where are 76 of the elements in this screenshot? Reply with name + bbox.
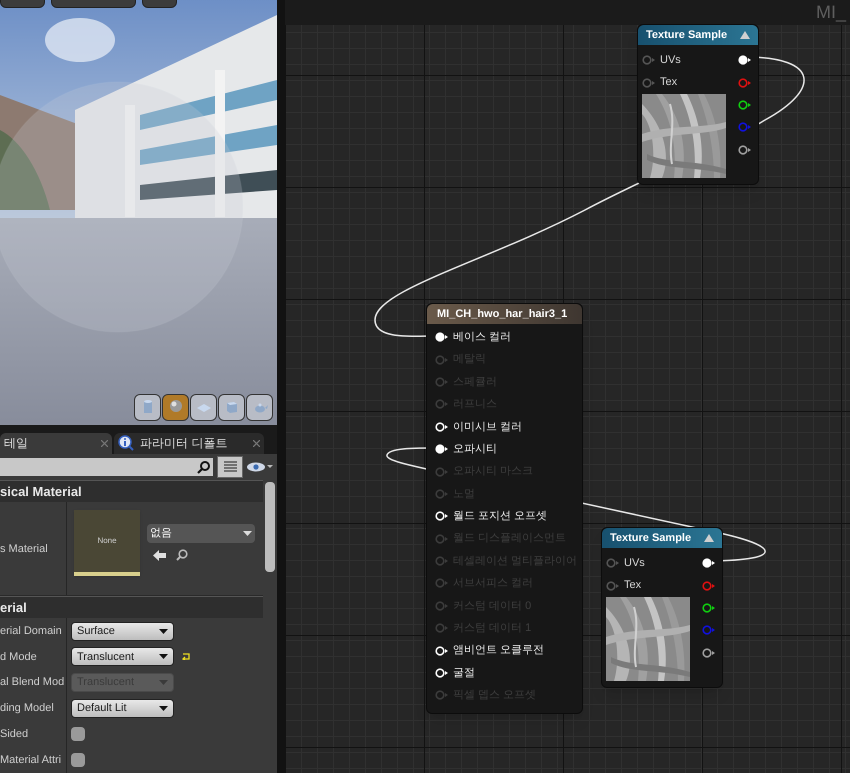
close-icon[interactable] (253, 440, 260, 447)
input-pin[interactable] (435, 511, 449, 522)
property-label: al Blend Mod (0, 675, 64, 690)
checkbox[interactable] (71, 727, 85, 742)
graph-canvas[interactable] (285, 0, 850, 773)
property-label: ding Model (0, 701, 54, 716)
pin-label: 앰비언트 오클루전 (453, 643, 544, 658)
caret-icon (159, 706, 168, 711)
dropdown[interactable]: Surface (71, 622, 174, 641)
pin-label: 베이스 컬러 (453, 330, 512, 345)
collapse-icon[interactable] (740, 31, 750, 39)
input-pin[interactable] (642, 55, 656, 66)
texture-sample-node[interactable]: Texture Sample UVs Tex (601, 527, 723, 688)
input-pin[interactable] (435, 668, 449, 678)
input-pin[interactable] (642, 78, 656, 88)
view-options-button[interactable] (217, 456, 243, 478)
input-pin[interactable] (435, 422, 449, 432)
caret-icon (243, 531, 252, 536)
pin-label: 굴절 (453, 666, 475, 681)
pin-label: Tex (660, 75, 678, 90)
reset-icon[interactable] (182, 653, 190, 660)
pin-label: 월드 포지션 오프셋 (453, 509, 548, 524)
eye-icon[interactable] (247, 461, 273, 474)
input-pin[interactable] (435, 646, 449, 656)
dropdown[interactable]: Default Lit (71, 698, 174, 718)
section-header[interactable]: sical Material (0, 480, 263, 502)
panel-tab[interactable]: 파라미터 디폴트 (114, 432, 264, 454)
info-icon (118, 435, 134, 452)
pin-label: 이미시브 컬러 (453, 420, 522, 434)
preview-shape-button[interactable] (134, 394, 161, 421)
property-label: Material Attri (0, 752, 62, 768)
pin-label: UVs (660, 52, 681, 68)
output-pin[interactable] (702, 558, 716, 568)
collapse-icon[interactable] (704, 534, 714, 542)
pin-label: UVs (624, 556, 645, 571)
preview-shape-button[interactable] (218, 394, 245, 421)
caret-icon (159, 654, 168, 660)
property-label: d Mode (0, 650, 37, 665)
preview-shape-button[interactable] (162, 394, 189, 421)
checkbox[interactable] (71, 753, 85, 768)
thumbnail-label: None (97, 535, 117, 548)
asset-dropdown[interactable]: 없음 (147, 524, 255, 544)
dropdown[interactable]: Translucent (71, 647, 174, 666)
input-pin[interactable] (606, 558, 620, 568)
input-pin[interactable] (606, 580, 620, 591)
texture-sample-node[interactable]: Texture Sample UVs Tex (637, 24, 759, 185)
close-icon[interactable] (101, 440, 108, 447)
panel-tab[interactable]: 테일 (0, 432, 112, 454)
pin-label: Tex (624, 578, 642, 594)
output-pin[interactable] (738, 100, 752, 110)
pin-label: 오파시티 (453, 442, 497, 457)
preview-shape-button[interactable] (190, 394, 217, 421)
caret-icon (159, 628, 168, 634)
property-label: Sided (0, 727, 28, 742)
property-label: s Material (0, 543, 48, 556)
caret-icon (159, 680, 168, 686)
node-title: Texture Sample (610, 530, 692, 546)
input-pin[interactable] (435, 332, 449, 342)
graph-title: MI_ (816, 1, 846, 23)
output-pin[interactable] (702, 602, 716, 613)
scrollbar-thumb[interactable] (265, 482, 275, 572)
output-pin[interactable] (738, 144, 752, 155)
output-pin[interactable] (738, 55, 752, 66)
search-field[interactable] (0, 458, 213, 476)
preview-shape-button[interactable] (246, 394, 273, 421)
input-pin[interactable] (435, 444, 449, 454)
property-label: erial Domain (0, 624, 62, 639)
asset-thumbnail[interactable]: None (74, 510, 140, 576)
output-pin[interactable] (702, 648, 716, 658)
search-icon[interactable] (176, 549, 188, 562)
node-title: MI_CH_hwo_har_hair3_1 (437, 306, 568, 322)
search-icon (197, 460, 210, 474)
section-header[interactable]: erial (0, 596, 263, 618)
arrow-left-icon[interactable] (153, 550, 166, 561)
node-title: Texture Sample (646, 28, 728, 43)
list-icon (224, 461, 236, 474)
